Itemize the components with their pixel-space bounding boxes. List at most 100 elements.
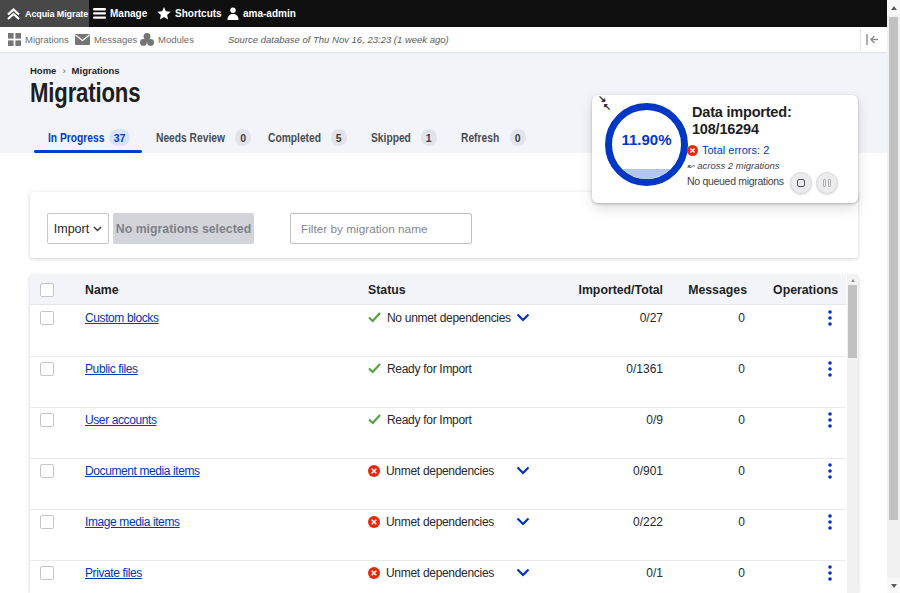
- status-cell: Unmet dependencies: [368, 513, 494, 530]
- row-checkbox[interactable]: [40, 311, 54, 325]
- toolbar-orientation-toggle[interactable]: [860, 28, 884, 51]
- user-label: ama-admin: [243, 8, 296, 19]
- imported-total-cell: 0/901: [633, 462, 663, 479]
- filter-input[interactable]: [290, 213, 472, 244]
- status-cell: Unmet dependencies: [368, 462, 494, 479]
- tab-label: Needs Review: [156, 131, 225, 145]
- row-checkbox[interactable]: [40, 566, 54, 580]
- double-chevron-up-icon: [6, 6, 21, 22]
- status-cell: Ready for Import: [368, 411, 472, 428]
- across-migrations-note: ↜ across 2 migrations: [687, 160, 855, 171]
- grid-icon: [8, 33, 21, 46]
- stop-icon: [797, 179, 805, 187]
- star-icon: [157, 7, 171, 20]
- tab-label: Skipped: [371, 131, 411, 145]
- no-migrations-selected-button[interactable]: No migrations selected: [113, 213, 254, 244]
- scrollbar-down-arrow[interactable]: [887, 578, 900, 593]
- tab-count-badge: 37: [109, 129, 131, 146]
- column-header-messages: Messages: [688, 275, 747, 305]
- expand-status-button[interactable]: [516, 517, 530, 526]
- column-header-operations: Operations: [773, 275, 838, 305]
- brand-label: Acquia Migrate: [25, 9, 88, 19]
- modules-icon: [140, 33, 154, 46]
- check-icon: [368, 312, 381, 323]
- toolbar-item-manage[interactable]: Manage: [93, 0, 147, 27]
- scrollbar-up-arrow[interactable]: [887, 0, 900, 15]
- pause-button[interactable]: [816, 172, 838, 194]
- source-database-note: Source database of Thu Nov 16, 23:23 (1 …: [228, 27, 449, 52]
- operations-button[interactable]: [823, 461, 837, 481]
- toolbar-item-migrations[interactable]: Migrations: [8, 27, 69, 52]
- check-icon: [368, 414, 381, 425]
- hamburger-icon: [93, 8, 106, 19]
- messages-cell: 0: [738, 360, 745, 377]
- migrations-label: Migrations: [25, 34, 69, 45]
- tab-refresh[interactable]: Refresh0: [447, 129, 526, 153]
- page-scrollbar-thumb[interactable]: [889, 17, 898, 520]
- messages-cell: 0: [738, 411, 745, 428]
- operations-button[interactable]: [823, 410, 837, 430]
- import-button[interactable]: Import: [47, 213, 109, 244]
- secondary-toolbar: Migrations Messages Modules Source datab…: [0, 27, 887, 53]
- tab-completed[interactable]: Completed5: [254, 129, 347, 153]
- table-row: User accountsReady for Import0/90: [30, 408, 846, 459]
- select-all-checkbox[interactable]: [40, 283, 54, 297]
- operations-button[interactable]: [823, 512, 837, 532]
- tab-in-progress[interactable]: In Progress37: [34, 129, 130, 153]
- table-header-row: Name Status Imported/Total Messages Oper…: [30, 275, 846, 305]
- imported-total-cell: 0/222: [633, 513, 663, 530]
- status-label: No unmet dependencies: [387, 311, 511, 325]
- operations-menu-icon: [828, 463, 832, 479]
- toolbar-item-shortcuts[interactable]: Shortcuts: [157, 0, 222, 27]
- table-row: Document media items Unmet dependencies 0/…: [30, 459, 846, 510]
- imported-total-cell: 0/1361: [626, 360, 663, 377]
- table-scrollbar[interactable]: [847, 275, 858, 593]
- table-scrollbar-thumb[interactable]: [848, 285, 857, 358]
- status-cell: Unmet dependencies: [368, 564, 494, 581]
- table-row: Custom blocks No unmet dependencies 0/27 0: [30, 306, 846, 357]
- data-imported-value: 108/16294: [692, 121, 855, 138]
- migration-name-link[interactable]: User accounts: [85, 411, 157, 428]
- migration-name-link[interactable]: Custom blocks: [85, 309, 159, 326]
- expand-status-button[interactable]: [516, 466, 530, 475]
- toolbar-item-modules[interactable]: Modules: [140, 27, 194, 52]
- migration-name-link[interactable]: Document media items: [85, 462, 200, 479]
- operations-button[interactable]: [823, 308, 837, 328]
- page-scrollbar[interactable]: [887, 0, 900, 593]
- tab-skipped[interactable]: Skipped1: [357, 129, 437, 153]
- error-icon: [368, 465, 380, 477]
- row-checkbox[interactable]: [40, 515, 54, 529]
- check-icon: [368, 363, 381, 374]
- operations-menu-icon: [828, 412, 832, 428]
- migration-name-link[interactable]: Public files: [85, 360, 138, 377]
- brand-acquia-migrate[interactable]: Acquia Migrate: [0, 0, 89, 27]
- row-checkbox[interactable]: [40, 362, 54, 376]
- pause-icon: [823, 179, 831, 187]
- expand-status-button[interactable]: [516, 313, 530, 322]
- migration-name-link[interactable]: Image media items: [85, 513, 180, 530]
- toolbar-item-user[interactable]: ama-admin: [227, 0, 296, 27]
- import-progress-card: ↘↖ 11.90% Data imported: 108/16294 Total…: [592, 95, 858, 203]
- chevron-down-icon: [93, 226, 102, 232]
- expand-chevron-icon: [516, 313, 530, 322]
- total-errors-link[interactable]: Total errors: 2: [702, 144, 769, 156]
- imported-total-cell: 0/27: [640, 309, 663, 326]
- row-checkbox[interactable]: [40, 464, 54, 478]
- expand-status-button[interactable]: [516, 568, 530, 577]
- operations-button[interactable]: [823, 359, 837, 379]
- row-checkbox[interactable]: [40, 413, 54, 427]
- total-errors-row: Total errors: 2: [687, 144, 855, 156]
- tab-count-badge: 0: [510, 129, 526, 146]
- table-row: Public filesReady for Import0/13610: [30, 357, 846, 408]
- toolbar-item-messages[interactable]: Messages: [75, 27, 137, 52]
- migration-name-link[interactable]: Private files: [85, 564, 142, 581]
- tab-needs-review[interactable]: Needs Review0: [142, 129, 251, 153]
- operations-button[interactable]: [823, 563, 837, 583]
- admin-toolbar: Acquia Migrate Manage Shortcuts ama-admi…: [0, 0, 887, 27]
- stop-button[interactable]: [790, 172, 812, 194]
- operations-menu-icon: [828, 310, 832, 326]
- messages-cell: 0: [738, 309, 745, 326]
- migrations-table: Name Status Imported/Total Messages Oper…: [30, 275, 858, 593]
- error-icon: [687, 145, 698, 156]
- column-header-status: Status: [368, 275, 406, 305]
